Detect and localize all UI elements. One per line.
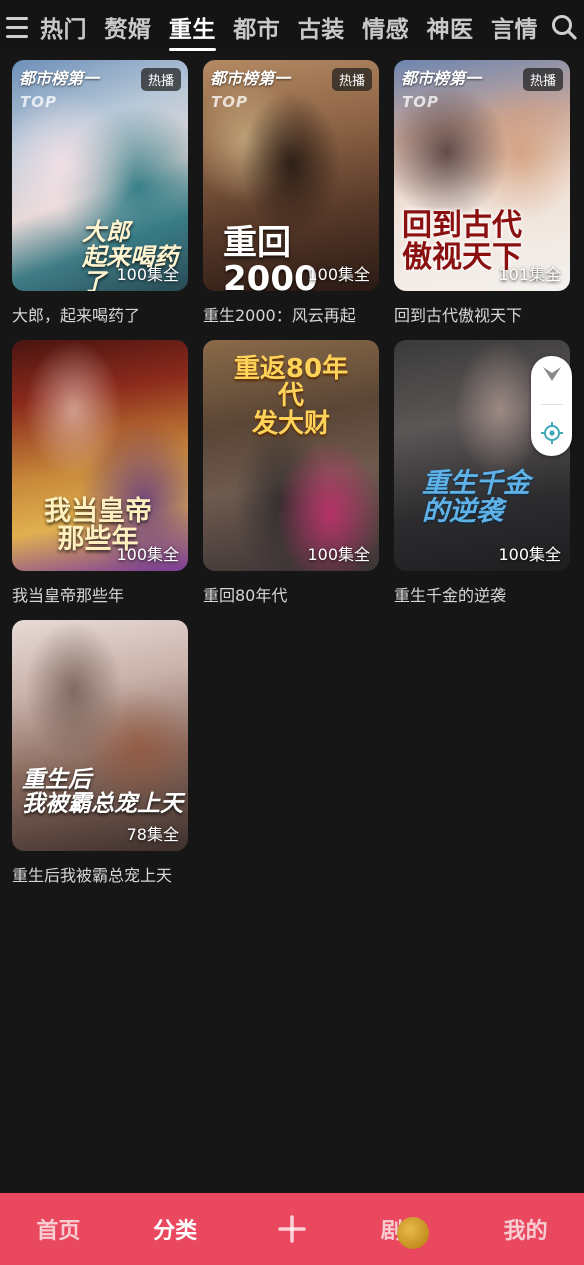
drama-card[interactable]: 重生后 我被霸总宠上天 78集全 重生后我被霸总宠上天 xyxy=(12,620,188,900)
poster-artwork-text: 重生千金 的逆袭 xyxy=(422,468,530,528)
drama-title[interactable]: 我当皇帝那些年 xyxy=(12,582,188,606)
hot-badge: 热播 xyxy=(522,68,563,91)
episode-count: 100集全 xyxy=(116,265,179,284)
drama-poster[interactable]: 都市榜第一 TOP 热播 重回2000 100集全 xyxy=(203,60,379,291)
rank-badge: 都市榜第一 xyxy=(19,69,100,88)
episode-count: 101集全 xyxy=(498,265,561,284)
drama-poster[interactable]: 重生后 我被霸总宠上天 78集全 xyxy=(12,620,188,851)
poster-artwork-text: 重返80年代 发大财 xyxy=(233,354,349,439)
drama-poster[interactable]: 我当皇帝 那些年 100集全 xyxy=(12,340,188,571)
episode-count: 78集全 xyxy=(126,825,179,844)
tab-rebirth[interactable]: 重生 xyxy=(168,2,216,53)
drama-grid: 都市榜第一 TOP 热播 大郎 起来喝药了 100集全 大郎，起来喝药了 都市榜… xyxy=(12,60,572,900)
hot-badge: 热播 xyxy=(331,68,372,91)
drama-title[interactable]: 重生千金的逆袭 xyxy=(394,582,570,606)
category-tabs: 热门 赘婿 重生 都市 古装 情感 神医 言情 xyxy=(34,2,544,53)
episode-count: 100集全 xyxy=(307,545,370,564)
rank-sub-label: TOP xyxy=(211,93,248,111)
rank-sub-label: TOP xyxy=(402,93,439,111)
episode-count: 100集全 xyxy=(116,545,179,564)
nav-category[interactable]: 分类 xyxy=(125,1213,225,1245)
drama-card[interactable]: 都市榜第一 TOP 热播 大郎 起来喝药了 100集全 大郎，起来喝药了 xyxy=(12,60,188,340)
tab-son-in-law[interactable]: 赘婿 xyxy=(104,2,151,53)
nav-home[interactable]: 首页 xyxy=(8,1213,108,1245)
drama-title[interactable]: 重回80年代 xyxy=(203,582,379,606)
floating-coin-icon[interactable] xyxy=(397,1217,429,1249)
chevron-down-icon[interactable] xyxy=(541,365,563,387)
rank-sub-label: TOP xyxy=(20,93,57,111)
tab-doctor[interactable]: 神医 xyxy=(427,2,474,53)
drama-title[interactable]: 重生2000：风云再起 xyxy=(203,302,379,326)
locate-icon[interactable] xyxy=(540,421,563,448)
drama-card[interactable]: 都市榜第一 TOP 热播 重回2000 100集全 重生2000：风云再起 xyxy=(203,60,379,340)
hot-badge: 热播 xyxy=(140,68,181,91)
drama-card[interactable]: 我当皇帝 那些年 100集全 我当皇帝那些年 xyxy=(12,340,188,620)
drama-poster[interactable]: 都市榜第一 TOP 热播 大郎 起来喝药了 100集全 xyxy=(12,60,188,291)
plus-icon[interactable] xyxy=(242,1215,342,1243)
floating-tool-pill xyxy=(531,356,572,456)
episode-count: 100集全 xyxy=(307,265,370,284)
tab-emotion[interactable]: 情感 xyxy=(362,2,409,53)
menu-icon[interactable] xyxy=(4,0,34,54)
tab-costume[interactable]: 古装 xyxy=(298,2,345,53)
drama-title[interactable]: 回到古代傲视天下 xyxy=(394,302,570,326)
drama-poster[interactable]: 重返80年代 发大财 100集全 xyxy=(203,340,379,571)
divider xyxy=(540,403,563,405)
rank-badge: 都市榜第一 xyxy=(401,69,482,88)
poster-artwork-text: 重生后 我被霸总宠上天 xyxy=(22,767,183,818)
drama-title[interactable]: 重生后我被霸总宠上天 xyxy=(12,862,188,886)
episode-count: 100集全 xyxy=(498,545,561,564)
bottom-nav: 首页 分类 剧 我的 xyxy=(0,1193,584,1265)
rank-badge: 都市榜第一 xyxy=(210,69,291,88)
tab-urban[interactable]: 都市 xyxy=(233,2,280,53)
nav-mine[interactable]: 我的 xyxy=(476,1213,576,1245)
drama-card[interactable]: 重返80年代 发大财 100集全 重回80年代 xyxy=(203,340,379,620)
drama-poster[interactable]: 都市榜第一 TOP 热播 回到古代 傲视天下 101集全 xyxy=(394,60,570,291)
category-bar: 热门 赘婿 重生 都市 古装 情感 神医 言情 xyxy=(0,0,584,54)
drama-title[interactable]: 大郎，起来喝药了 xyxy=(12,302,188,326)
drama-card[interactable]: 都市榜第一 TOP 热播 回到古代 傲视天下 101集全 回到古代傲视天下 xyxy=(394,60,570,340)
tab-hot[interactable]: 热门 xyxy=(40,2,87,53)
tab-romance[interactable]: 言情 xyxy=(491,2,538,53)
search-icon[interactable] xyxy=(544,0,584,54)
